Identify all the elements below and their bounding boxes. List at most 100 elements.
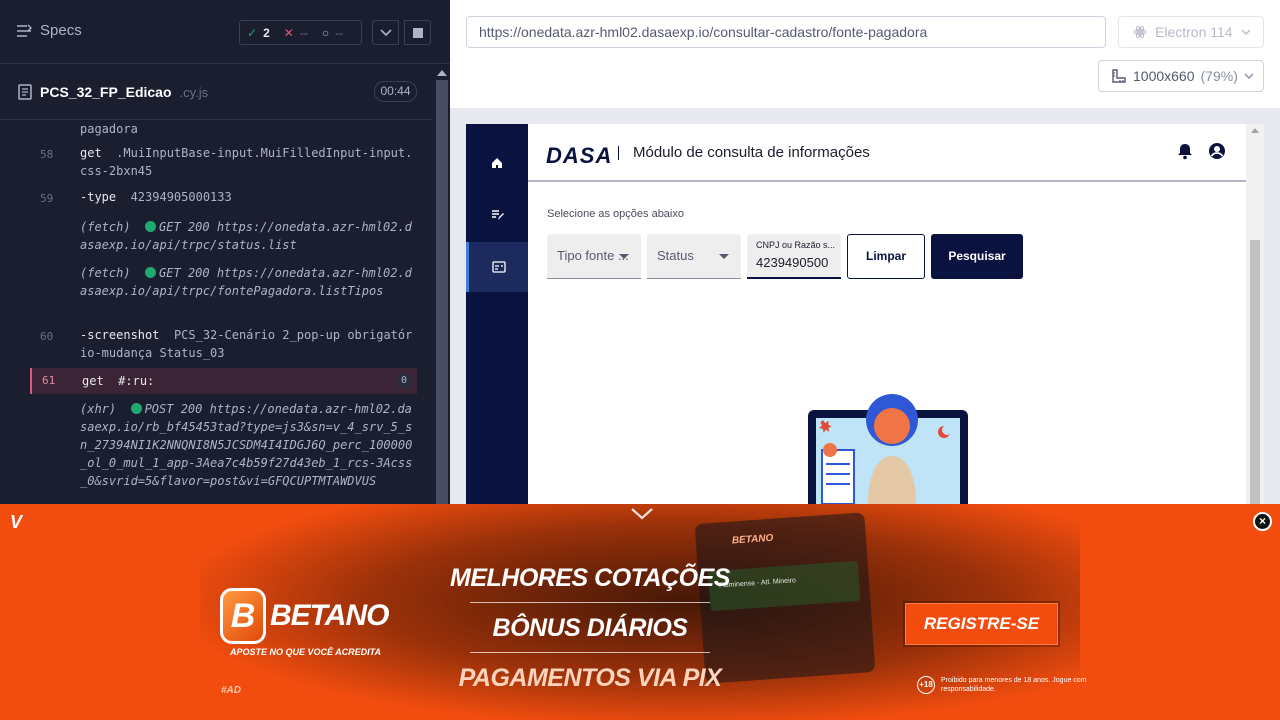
app-scrollbar-thumb[interactable]	[1250, 240, 1260, 504]
specs-toggle[interactable]: Specs	[16, 22, 82, 39]
pending-stat: ○ --	[315, 26, 350, 40]
failed-stat: ✕ --	[277, 26, 315, 40]
network-row[interactable]: (fetch) GET 200 https://onedata.azr-hml0…	[30, 218, 417, 258]
scrollbar-thumb[interactable]	[436, 80, 448, 504]
age-disclaimer: +18 Proibido para menores de 18 anos. Jo…	[917, 676, 1091, 694]
cnpj-value: 4239490500	[756, 255, 829, 270]
tipo-fonte-select[interactable]: Tipo fonte ...	[547, 234, 641, 279]
age-disclaimer-text: Proibido para menores de 18 anos. Jogue …	[941, 677, 1087, 693]
browser-label: Electron 114	[1155, 24, 1233, 40]
cnpj-input[interactable]: CNPJ ou Razão s... 4239490500	[747, 234, 841, 279]
brand-tagline: APOSTE NO QUE VOCÊ ACREDITA	[230, 647, 382, 657]
search-button[interactable]: Pesquisar	[931, 234, 1023, 279]
command-body: (xhr) POST 200 https://onedata.azr-hml02…	[80, 400, 417, 490]
test-stats: ✓ 2 ✕ -- ○ --	[239, 20, 362, 45]
cnpj-label: CNPJ ou Razão s...	[756, 240, 836, 250]
command-row[interactable]: 59 -type 42394905000133	[30, 188, 417, 212]
chevron-down-icon[interactable]	[630, 506, 654, 522]
line-number: 61	[42, 374, 56, 387]
ad-headlines: MELHORES COTAÇÕES BÔNUS DIÁRIOS PAGAMENT…	[440, 556, 740, 706]
line-number: 59	[40, 192, 54, 205]
close-icon[interactable]: ×	[1253, 512, 1272, 531]
pending-count: --	[335, 25, 344, 40]
app-header: DASA Módulo de consulta de informações	[528, 124, 1246, 182]
command-text: pagadora	[80, 122, 138, 136]
command-text: .MuiInputBase-input.MuiFilledInput-input…	[80, 146, 413, 178]
status-dot-icon	[145, 221, 157, 232]
scroll-up-arrow-icon[interactable]	[437, 70, 447, 76]
header-divider	[618, 146, 619, 160]
command-row[interactable]: 58 get .MuiInputBase-input.MuiFilledInpu…	[30, 144, 417, 186]
empty-state-illustration	[808, 394, 968, 504]
request-text: POST 200 https://onedata.azr-hml02.dasae…	[80, 402, 413, 488]
request-type: (fetch)	[80, 266, 131, 280]
line-number: 60	[40, 330, 54, 343]
account-icon[interactable]	[1208, 142, 1226, 160]
x-icon: ✕	[283, 25, 294, 40]
url-bar[interactable]: https://onedata.azr-hml02.dasaexp.io/con…	[466, 16, 1106, 48]
headline-divider	[470, 652, 710, 653]
filter-instructions: Selecione as opções abaixo	[547, 208, 684, 220]
command-text: #:ru:	[118, 374, 155, 388]
ad-banner[interactable]: BETANO Fluminense - Atl. Mineiro V × B B…	[0, 504, 1280, 720]
command-body: get #:ru:	[82, 372, 417, 390]
electron-icon	[1133, 26, 1147, 38]
chevron-down-icon	[1241, 29, 1251, 35]
bell-icon[interactable]	[1176, 142, 1194, 160]
command-row[interactable]: 60 -screenshot PCS_32-Cenário 2_pop-up o…	[30, 326, 417, 366]
pending-icon: ○	[321, 25, 330, 40]
headline-1: MELHORES COTAÇÕES	[450, 564, 730, 592]
status-dot-icon	[130, 403, 142, 414]
scroll-up-arrow-icon[interactable]	[1251, 128, 1259, 133]
chevron-down-icon	[1244, 73, 1254, 79]
register-button[interactable]: REGISTRE-SE	[905, 603, 1058, 645]
application-under-test: DASA Módulo de consulta de informações S…	[466, 124, 1264, 504]
headline-divider	[470, 602, 710, 603]
spec-name: PCS_32_FP_Edicao	[40, 84, 172, 100]
clear-button[interactable]: Limpar	[847, 234, 925, 279]
network-row[interactable]: (xhr) POST 200 https://onedata.azr-hml02…	[30, 400, 417, 504]
command-body: (fetch) GET 200 https://onedata.azr-hml0…	[80, 218, 417, 254]
command-body: -screenshot PCS_32-Cenário 2_pop-up obri…	[80, 326, 417, 362]
command-row-active[interactable]: 61 get #:ru: 0	[30, 368, 417, 394]
stop-button[interactable]	[404, 20, 431, 45]
document-icon	[18, 84, 32, 100]
status-select[interactable]: Status	[647, 234, 741, 279]
browser-selector[interactable]: Electron 114	[1118, 16, 1264, 48]
network-row[interactable]: (fetch) GET 200 https://onedata.azr-hml0…	[30, 264, 417, 322]
headline-3: PAGAMENTOS VIA PIX	[458, 664, 722, 692]
command-keyword: -screenshot	[80, 328, 160, 342]
caret-down-icon	[619, 254, 629, 259]
nav-home[interactable]	[466, 138, 528, 188]
command-keyword: get	[82, 374, 104, 388]
headline-2: BÔNUS DIÁRIOS	[492, 614, 688, 642]
dasa-logo[interactable]: DASA	[546, 143, 612, 169]
page-title: Módulo de consulta de informações	[633, 144, 870, 161]
viewport-size-selector[interactable]: 1000x660 (79%)	[1098, 60, 1264, 92]
spec-file-name[interactable]: PCS_32_FP_Edicao .cy.js	[18, 84, 208, 100]
caret-down-icon	[719, 254, 729, 259]
id-card-icon	[491, 261, 506, 273]
specs-header: Specs ✓ 2 ✕ -- ○ --	[0, 0, 450, 64]
ad-network-logo[interactable]: V	[10, 512, 22, 533]
nav-consulta[interactable]	[466, 242, 528, 292]
command-body: -type 42394905000133	[80, 188, 417, 206]
menu-icon	[17, 24, 32, 37]
check-icon: ✓	[247, 25, 258, 40]
app-scrollbar[interactable]	[1246, 124, 1264, 504]
specs-label: Specs	[40, 22, 82, 39]
betano-logo[interactable]: B BETANO	[220, 588, 389, 644]
brand-name: BETANO	[270, 599, 389, 632]
phone-brand: BETANO	[731, 532, 774, 547]
command-row[interactable]: pagadora	[30, 120, 417, 144]
nav-edit[interactable]	[466, 190, 528, 240]
side-navigation	[466, 124, 528, 504]
request-type: (xhr)	[80, 402, 117, 416]
command-text: 42394905000133	[130, 190, 232, 204]
line-number: 58	[40, 148, 54, 161]
preview-toolbar: https://onedata.azr-hml02.dasaexp.io/con…	[450, 0, 1280, 108]
betano-b-icon: B	[220, 588, 266, 644]
tipo-fonte-label: Tipo fonte ...	[557, 248, 629, 263]
home-icon	[492, 158, 502, 168]
collapse-button[interactable]	[372, 20, 399, 45]
